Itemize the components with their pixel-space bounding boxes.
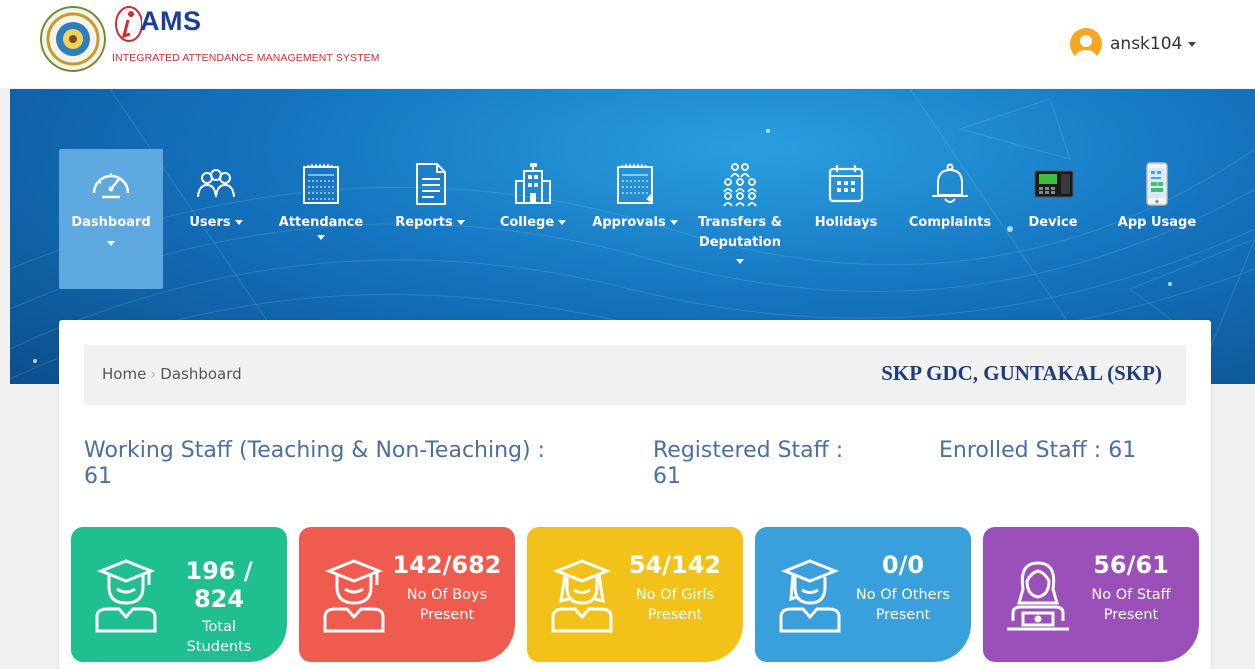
- chevron-right-icon: ›: [150, 365, 157, 383]
- chevron-down-icon: [107, 241, 115, 246]
- nav-reports-label: Reports: [388, 213, 472, 233]
- girl-student-icon: [551, 559, 613, 633]
- breadcrumb: Home › Dashboard: [102, 365, 242, 383]
- building-icon: [515, 163, 551, 204]
- tile-boys-present-value: 142/682: [392, 551, 502, 579]
- notebook-icon: [617, 163, 653, 204]
- enrolled-staff-stat: Enrolled Staff : 61: [939, 438, 1137, 463]
- chevron-down-icon: [669, 220, 678, 225]
- bell-icon: [932, 163, 968, 203]
- graduate-student-icon: [95, 559, 157, 633]
- user-avatar-icon: [1070, 28, 1102, 60]
- tile-girls-present-label: No Of Girls Present: [635, 587, 715, 623]
- tile-staff-present-label: No Of Staff Present: [1091, 587, 1171, 623]
- calendar-icon: [828, 165, 864, 203]
- nav-attendance-label: Attendance: [278, 215, 364, 230]
- nav-app-usage[interactable]: App Usage: [1108, 149, 1206, 289]
- tile-staff-present[interactable]: 56/61 No Of Staff Present: [983, 527, 1199, 662]
- working-staff-label: Working Staff (Teaching & Non-Teaching) …: [84, 438, 545, 463]
- tile-others-present-label: No Of Others Present: [855, 587, 951, 623]
- speedometer-icon: [92, 173, 130, 199]
- brand-i-glyph: [115, 6, 142, 42]
- brand-subtitle: INTEGRATED ATTENDANCE MANAGEMENT SYSTEM: [112, 52, 380, 64]
- nav-transfers-label: Transfers & Deputation: [697, 215, 783, 250]
- nav-app-usage-label: App Usage: [1117, 215, 1197, 230]
- nav-dashboard-label: Dashboard: [71, 215, 151, 230]
- nav-device-label: Device: [1028, 215, 1078, 230]
- nav-attendance[interactable]: Attendance: [274, 149, 368, 289]
- breadcrumb-home-link[interactable]: Home: [102, 365, 146, 383]
- nav-complaints-label: Complaints: [908, 215, 992, 230]
- users-icon: [197, 169, 235, 198]
- tile-girls-present-value: 54/142: [628, 551, 722, 579]
- tile-total-students-label: Total Students: [186, 619, 252, 655]
- main-nav: Dashboard Users Attendance Reports Colle…: [10, 149, 1255, 289]
- tile-boys-present[interactable]: 142/682 No Of Boys Present: [299, 527, 515, 662]
- nav-approvals[interactable]: Approvals: [587, 149, 683, 289]
- username: ansk104: [1110, 34, 1183, 54]
- breadcrumb-bar: Home › Dashboard SKP GDC, GUNTAKAL (SKP): [84, 345, 1186, 405]
- nav-dashboard[interactable]: Dashboard: [59, 149, 163, 289]
- chevron-down-icon: [317, 235, 325, 240]
- breadcrumb-current: Dashboard: [160, 365, 242, 383]
- tile-others-present[interactable]: 0/0 No Of Others Present: [755, 527, 971, 662]
- calendar-notebook-icon: [303, 163, 339, 204]
- boy-student-icon: [323, 559, 385, 633]
- nav-users-label: Users: [180, 213, 252, 233]
- mobile-phone-icon: [1146, 162, 1168, 206]
- chevron-down-icon: [456, 220, 465, 225]
- registered-staff-label: Registered Staff :: [653, 438, 844, 463]
- chevron-down-icon: [558, 220, 567, 225]
- dashboard-card: Home › Dashboard SKP GDC, GUNTAKAL (SKP) W…: [59, 320, 1211, 669]
- tile-total-students[interactable]: 196 /824 Total Students: [71, 527, 287, 662]
- state-emblem-logo: [40, 6, 106, 72]
- biometric-device-icon: [1034, 170, 1074, 198]
- people-group-icon: [723, 163, 757, 207]
- tile-girls-present[interactable]: 54/142 No Of Girls Present: [527, 527, 743, 662]
- student-icon: [779, 559, 841, 633]
- document-icon: [416, 163, 446, 205]
- staff-woman-laptop-icon: [1007, 561, 1069, 631]
- nav-holidays-label: Holidays: [814, 215, 878, 230]
- working-staff-stat: Working Staff (Teaching & Non-Teaching) …: [84, 438, 644, 490]
- chevron-down-icon: [736, 259, 744, 264]
- nav-college-label: College: [493, 213, 573, 233]
- brand-name: AMS: [140, 6, 202, 36]
- tile-staff-present-value: 56/61: [1093, 551, 1169, 579]
- nav-reports[interactable]: Reports: [388, 149, 472, 289]
- chevron-down-icon: [234, 220, 243, 225]
- top-bar: AMS INTEGRATED ATTENDANCE MANAGEMENT SYS…: [0, 0, 1255, 88]
- tile-boys-present-label: No Of Boys Present: [406, 587, 488, 623]
- nav-transfers-deputation[interactable]: Transfers & Deputation: [690, 149, 790, 289]
- nav-device[interactable]: Device: [1018, 149, 1088, 289]
- working-staff-value: 61: [84, 464, 112, 489]
- nav-approvals-label: Approvals: [587, 213, 683, 233]
- registered-staff-value: 61: [653, 464, 681, 489]
- college-name: SKP GDC, GUNTAKAL (SKP): [881, 361, 1162, 385]
- tile-total-students-value: 196 /824: [185, 557, 253, 613]
- user-menu[interactable]: ansk104: [1070, 26, 1197, 62]
- nav-college[interactable]: College: [493, 149, 573, 289]
- nav-users[interactable]: Users: [180, 149, 252, 289]
- nav-holidays[interactable]: Holidays: [807, 149, 885, 289]
- registered-staff-stat: Registered Staff : 61: [653, 438, 893, 490]
- chevron-down-icon: [1188, 41, 1197, 47]
- nav-complaints[interactable]: Complaints: [900, 149, 1000, 289]
- tile-others-present-value: 0/0: [881, 551, 925, 579]
